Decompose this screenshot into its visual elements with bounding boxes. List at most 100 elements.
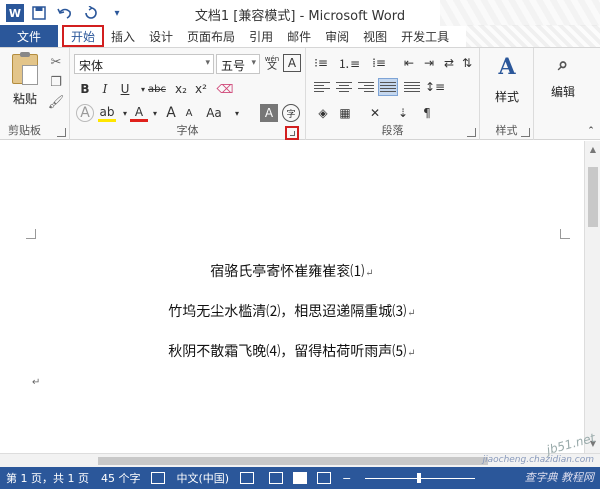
- chinese-layout-icon[interactable]: ⇄: [440, 54, 458, 72]
- character-border-button[interactable]: A: [283, 54, 301, 72]
- watermark: jiaocheng.chazidian.com: [482, 455, 594, 465]
- clipboard-group: 粘贴 ✂ ❐ 🖌 剪贴板: [0, 48, 70, 140]
- borders-icon[interactable]: ▦: [336, 104, 354, 122]
- document-line[interactable]: 宿骆氏亭寄怀崔雍崔衮⑴↵: [0, 261, 584, 281]
- bold-button[interactable]: B: [76, 80, 94, 98]
- language[interactable]: 中文(中国): [170, 470, 235, 486]
- tab-view[interactable]: 视图: [356, 25, 394, 47]
- document-line[interactable]: 秋阴不散霜飞晚⑷，留得枯荷听雨声⑸↵: [0, 341, 584, 361]
- character-shading-button[interactable]: A: [260, 104, 278, 122]
- clear-formatting-icon[interactable]: ⌫: [216, 80, 234, 98]
- page-count[interactable]: 第 1 页，共 1 页: [0, 470, 95, 486]
- word-count[interactable]: 45 个字: [95, 470, 147, 486]
- paragraph-group-label: 段落: [381, 124, 404, 137]
- editing-group: ⌕ 编辑 ⌃: [534, 48, 600, 140]
- scroll-thumb[interactable]: [98, 457, 488, 465]
- cut-icon[interactable]: ✂: [48, 54, 64, 70]
- paste-label: 粘贴: [12, 92, 37, 106]
- italic-button[interactable]: I: [96, 80, 114, 98]
- proofing-icon[interactable]: [151, 472, 166, 484]
- font-size-dropdown[interactable]: 五号 ▾: [216, 54, 260, 74]
- text-effects-button[interactable]: A: [76, 104, 94, 122]
- paste-button[interactable]: 粘贴: [8, 52, 42, 107]
- tab-page-layout[interactable]: 页面布局: [180, 25, 242, 47]
- editing-button[interactable]: ⌕ 编辑: [544, 54, 582, 100]
- chevron-down-icon: ▾: [205, 58, 210, 68]
- distributed-icon[interactable]: [404, 80, 420, 94]
- collapse-ribbon-icon[interactable]: ⌃: [582, 122, 600, 140]
- font-name-dropdown[interactable]: 宋体 ▾: [74, 54, 214, 74]
- subscript-button[interactable]: x₂: [172, 80, 190, 98]
- scroll-thumb[interactable]: [588, 167, 598, 227]
- format-painter-icon[interactable]: 🖌: [48, 94, 65, 110]
- text-highlight-button[interactable]: ab: [98, 104, 116, 122]
- status-bar: 第 1 页，共 1 页 45 个字 中文(中国) − 查字典 教程网: [0, 467, 600, 489]
- title-decoration: [440, 0, 600, 26]
- shrink-font-button[interactable]: A: [180, 104, 198, 122]
- numbering-icon[interactable]: ⒈≡: [338, 54, 360, 72]
- ribbon-tabs: 文件 开始 插入 设计 页面布局 引用 邮件 审阅 视图 开发工具: [0, 25, 600, 48]
- shading-icon[interactable]: ◈: [314, 104, 332, 122]
- underline-button[interactable]: U: [116, 80, 134, 98]
- clipboard-launcher-icon[interactable]: [57, 128, 66, 137]
- multilevel-list-icon[interactable]: ⁞≡: [370, 54, 388, 72]
- title-bar: W ▾ 文档1 [兼容模式] - Microsoft Word: [0, 0, 600, 26]
- styles-button[interactable]: A 样式: [488, 54, 526, 105]
- watermark: 查字典 教程网: [524, 471, 595, 484]
- superscript-button[interactable]: x²: [192, 80, 210, 98]
- vertical-scrollbar[interactable]: ▲ ▼: [584, 141, 600, 453]
- print-layout-icon[interactable]: [293, 472, 308, 484]
- read-mode-icon[interactable]: [269, 472, 284, 484]
- tab-developer[interactable]: 开发工具: [394, 25, 456, 47]
- increase-indent-icon[interactable]: ⇥: [420, 54, 438, 72]
- bullets-icon[interactable]: ⁝≡: [312, 54, 330, 72]
- font-name-value: 宋体: [79, 59, 104, 73]
- chevron-down-icon: ▾: [251, 58, 256, 68]
- decrease-indent-icon[interactable]: ⇤: [400, 54, 418, 72]
- tab-references[interactable]: 引用: [242, 25, 280, 47]
- tab-insert[interactable]: 插入: [104, 25, 142, 47]
- document-area[interactable]: 宿骆氏亭寄怀崔雍崔衮⑴↵ 竹坞无尘水槛清⑵，相思迢递隔重城⑶↵ 秋阴不散霜飞晚⑷…: [0, 141, 584, 453]
- tab-mailings[interactable]: 邮件: [280, 25, 318, 47]
- tab-home[interactable]: 开始: [62, 25, 105, 47]
- change-case-button[interactable]: Aa: [202, 104, 226, 122]
- zoom-out-icon[interactable]: −: [336, 472, 357, 485]
- align-left-icon[interactable]: [314, 80, 330, 94]
- margin-corner-right: [560, 229, 570, 239]
- align-center-icon[interactable]: [336, 80, 352, 94]
- copy-icon[interactable]: ❐: [48, 74, 64, 90]
- phonetic-char: 文: [267, 61, 277, 72]
- grow-font-button[interactable]: A: [162, 104, 180, 122]
- font-group-label: 字体: [176, 124, 199, 137]
- scroll-up-icon[interactable]: ▲: [588, 145, 598, 155]
- editing-label: 编辑: [550, 85, 575, 99]
- macro-record-icon[interactable]: [240, 472, 255, 484]
- phonetic-guide-button[interactable]: wén 文: [263, 54, 281, 72]
- margin-corner-left: [26, 229, 36, 239]
- paragraph-mark: ↵: [407, 308, 416, 319]
- zoom-knob[interactable]: [417, 472, 422, 483]
- web-layout-icon[interactable]: [317, 472, 332, 484]
- align-right-icon[interactable]: [358, 80, 374, 94]
- tab-review[interactable]: 审阅: [318, 25, 356, 47]
- tab-design[interactable]: 设计: [142, 25, 180, 47]
- show-marks-icon[interactable]: ¶: [418, 104, 436, 122]
- zoom-slider[interactable]: [365, 472, 476, 483]
- sort-icon[interactable]: ⇅: [458, 54, 476, 72]
- ribbon: 粘贴 ✂ ❐ 🖌 剪贴板 宋体 ▾ 五号 ▾ wén 文 A B I U ▾ a…: [0, 48, 600, 140]
- line-spacing-icon[interactable]: ↕≡: [425, 78, 445, 96]
- font-group: 宋体 ▾ 五号 ▾ wén 文 A B I U ▾ abc x₂ x² ⌫ A …: [70, 48, 306, 140]
- binoculars-icon: ⌕: [557, 54, 569, 75]
- paragraph-mark: ↵: [32, 377, 41, 388]
- enclose-characters-button[interactable]: 字: [282, 104, 300, 122]
- justify-icon[interactable]: [378, 78, 398, 96]
- font-dialog-launcher-icon[interactable]: [285, 126, 299, 140]
- strikethrough-button[interactable]: abc: [148, 80, 166, 98]
- paragraph-launcher-icon[interactable]: [467, 128, 476, 137]
- sort-text-icon[interactable]: ⇣: [394, 104, 412, 122]
- styles-launcher-icon[interactable]: [521, 128, 530, 137]
- asian-layout-icon[interactable]: ✕: [366, 104, 384, 122]
- chevron-down-icon[interactable]: ▾: [228, 104, 246, 122]
- tab-file[interactable]: 文件: [0, 25, 58, 47]
- document-line[interactable]: 竹坞无尘水槛清⑵，相思迢递隔重城⑶↵: [0, 301, 584, 321]
